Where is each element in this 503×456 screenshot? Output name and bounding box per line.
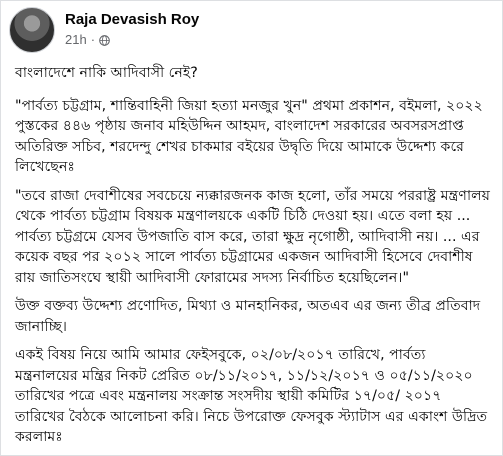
avatar[interactable] bbox=[9, 7, 55, 53]
post-paragraph: "তবে রাজা দেবাশীষের সবচেয়ে ন্যক্কারজনক … bbox=[15, 187, 495, 286]
post-paragraph: উক্ত বক্তব্য উদ্দেশ্য প্রণোদিত, মিথ্যা ও… bbox=[15, 298, 485, 335]
author-name[interactable]: Raja Devasish Roy bbox=[65, 11, 199, 29]
post-meta: Raja Devasish Roy 21h · bbox=[65, 11, 199, 48]
post-paragraph: বাংলাদেশে নাকি আদিবাসী নেই? bbox=[15, 65, 198, 81]
post-header: Raja Devasish Roy 21h · bbox=[9, 7, 199, 53]
post-subline: 21h · bbox=[65, 32, 199, 48]
post-timestamp[interactable]: 21h bbox=[65, 32, 87, 48]
post-paragraph: "পার্বত্য চট্টগ্রাম, শান্তিবাহিনী জিয়া … bbox=[15, 97, 488, 176]
post-paragraph: একই বিষয় নিয়ে আমি আমার ফেইসবুকে, ০২/০৮… bbox=[15, 347, 492, 445]
facebook-post: Raja Devasish Roy 21h · বাংলাদেশে নাকি আ… bbox=[0, 0, 503, 456]
globe-icon[interactable] bbox=[99, 34, 110, 46]
separator-dot: · bbox=[90, 32, 96, 47]
post-body: বাংলাদেশে নাকি আদিবাসী নেই? "পার্বত্য চট… bbox=[15, 63, 492, 456]
